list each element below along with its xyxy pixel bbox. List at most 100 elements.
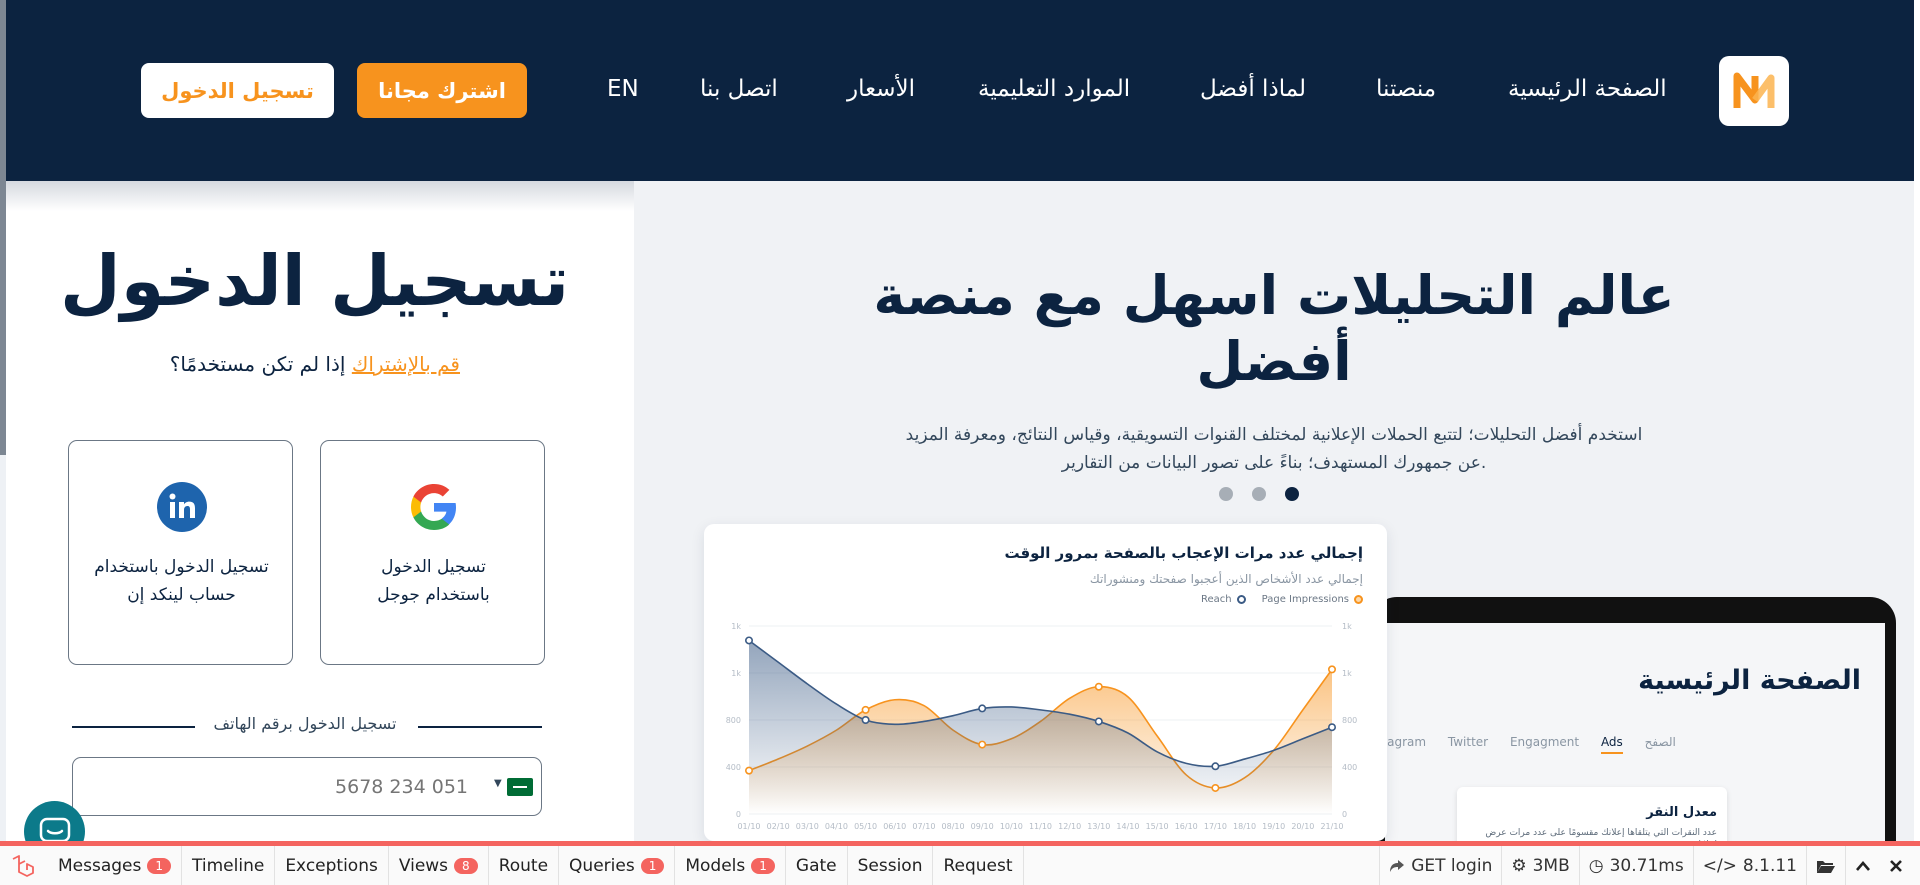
- login-subtitle: قم بالإشتراك إذا لم تكن مستخدمًا؟: [60, 352, 460, 376]
- login-subtitle-text: إذا لم تكن مستخدمًا؟: [169, 352, 346, 376]
- debugbar-tab-label: Models: [685, 855, 746, 876]
- debugbar-tab-gate[interactable]: Gate: [786, 846, 848, 885]
- nav-language-en[interactable]: EN: [607, 76, 639, 102]
- debugbar-tab-label: Gate: [795, 855, 837, 876]
- y-tick-label-right: 800: [1342, 716, 1357, 725]
- nav-why-afdal[interactable]: لماذا أفضل: [1200, 76, 1306, 102]
- clock-icon: ◷: [1588, 855, 1604, 876]
- chevron-down-icon[interactable]: ▼: [494, 778, 502, 789]
- debugbar-tab-exceptions[interactable]: Exceptions: [275, 846, 389, 885]
- request-text: GET login: [1411, 855, 1493, 876]
- debugbar-tab-label: Exceptions: [285, 855, 378, 876]
- x-tick-label: 20/10: [1291, 822, 1314, 831]
- phone-login-divider-text: تسجيل الدخول برقم الهاتف: [213, 714, 397, 733]
- hero-title-line: أفضل: [1196, 330, 1352, 393]
- carousel-dot[interactable]: [1219, 487, 1233, 501]
- y-tick-label-right: 400: [1342, 763, 1357, 772]
- y-tick-label-right: 1k: [1342, 669, 1352, 678]
- x-tick-label: 17/10: [1204, 822, 1227, 831]
- divider-line: [72, 726, 195, 728]
- debugbar-tab-route[interactable]: Route: [489, 846, 560, 885]
- laptop-card-text: عدد النقرات التي يتلقاها إعلانك مقسومًا …: [1485, 828, 1717, 841]
- laravel-debugbar: Messages 1 Timeline Exceptions Views 8 Route Qu…: [0, 841, 1920, 885]
- phone-field: ▼: [72, 757, 542, 816]
- google-icon: [411, 484, 456, 530]
- cogs-icon: ⚙: [1511, 855, 1527, 876]
- laptop-card-title: معدل النقر: [1646, 805, 1717, 820]
- data-point: [1327, 665, 1336, 674]
- debugbar-tab-timeline[interactable]: Timeline: [182, 846, 276, 885]
- data-point: [1211, 762, 1220, 771]
- time-text: 30.71ms: [1609, 855, 1684, 876]
- subscribe-free-button[interactable]: اشترك مجانا: [357, 63, 527, 118]
- laptop-tab: الصفح: [1644, 735, 1676, 749]
- series-area: [749, 640, 1332, 814]
- nav-pricing[interactable]: الأسعار: [847, 76, 915, 102]
- debugbar-tab-request[interactable]: Request: [933, 846, 1024, 885]
- data-point: [1094, 682, 1103, 691]
- debugbar-tab-label: Queries: [569, 855, 635, 876]
- google-login-button[interactable]: تسجيل الدخول باستخدام جوجل: [320, 440, 545, 665]
- laravel-logo-icon[interactable]: [10, 854, 36, 880]
- laptop-mockup: الصفحة الرئيسية Instagram Twitter Engagm…: [1371, 597, 1896, 841]
- data-point: [1211, 783, 1220, 792]
- debugbar-tab-label: Route: [498, 855, 549, 876]
- x-tick-label: 09/10: [971, 822, 994, 831]
- carousel-dot-active[interactable]: [1285, 487, 1299, 501]
- chevron-up-icon[interactable]: [1845, 846, 1880, 885]
- nav-home[interactable]: الصفحة الرئيسية: [1508, 76, 1667, 102]
- phone-input[interactable]: [93, 770, 468, 804]
- divider-line: [418, 726, 542, 728]
- carousel-dot[interactable]: [1252, 487, 1266, 501]
- debugbar-tab-session[interactable]: Session: [848, 846, 934, 885]
- google-label-line: تسجيل الدخول: [381, 557, 486, 577]
- debugbar-tab-label: Timeline: [192, 855, 265, 876]
- nav-resources[interactable]: الموارد التعليمية: [978, 76, 1130, 102]
- data-point: [744, 766, 753, 775]
- x-tick-label: 16/10: [1175, 822, 1198, 831]
- debugbar-tab-queries[interactable]: Queries 1: [559, 846, 676, 885]
- x-tick-label: 11/10: [1029, 822, 1052, 831]
- x-tick-label: 03/10: [796, 822, 819, 831]
- debugbar-tab-views[interactable]: Views 8: [389, 846, 489, 885]
- php-version-text: 8.1.11: [1742, 855, 1797, 876]
- linkedin-login-label: تسجيل الدخول باستخدام حساب لينكد إن: [79, 553, 284, 609]
- debugbar-badge: 1: [640, 857, 665, 874]
- x-tick-label: 12/10: [1058, 822, 1081, 831]
- nav-platform[interactable]: منصتنا: [1376, 76, 1436, 102]
- nav-contact[interactable]: اتصل بنا: [700, 76, 778, 102]
- x-tick-label: 19/10: [1262, 822, 1285, 831]
- data-point: [1094, 717, 1103, 726]
- y-tick-label-right: 0: [1342, 810, 1347, 819]
- debugbar-tab-messages[interactable]: Messages 1: [48, 846, 183, 885]
- x-tick-label: 10/10: [1000, 822, 1023, 831]
- header-login-button[interactable]: تسجيل الدخول: [141, 63, 334, 118]
- x-tick-label: 04/10: [825, 822, 848, 831]
- y-tick-label-left: 1k: [731, 669, 741, 678]
- logo-icon[interactable]: [1719, 56, 1789, 126]
- data-point: [744, 636, 753, 645]
- y-tick-label-left: 1k: [731, 622, 741, 631]
- laptop-tab-active: Ads: [1600, 735, 1623, 754]
- site-header: الصفحة الرئيسية منصتنا لماذا أفضل الموار…: [6, 0, 1914, 181]
- laptop-tab: Twitter: [1447, 735, 1489, 749]
- debugbar-tab-models[interactable]: Models 1: [675, 846, 786, 885]
- close-icon[interactable]: [1880, 846, 1912, 885]
- time-indicator: ◷ 30.71ms: [1578, 846, 1693, 885]
- carousel-dots: [1219, 487, 1299, 501]
- laptop-screen: الصفحة الرئيسية Instagram Twitter Engagm…: [1385, 623, 1885, 841]
- linkedin-icon: [157, 482, 207, 532]
- debugbar-tab-label: Messages: [58, 855, 142, 876]
- login-title: تسجيل الدخول: [60, 240, 570, 322]
- x-tick-label: 15/10: [1146, 822, 1169, 831]
- x-tick-label: 06/10: [883, 822, 906, 831]
- y-tick-label-left: 0: [736, 810, 741, 819]
- saudi-flag-icon[interactable]: [507, 778, 533, 796]
- hero-description-line: استخدم أفضل التحليلات؛ لتتبع الحملات الإ…: [905, 425, 1643, 445]
- x-tick-label: 18/10: [1233, 822, 1256, 831]
- linkedin-login-button[interactable]: تسجيل الدخول باستخدام حساب لينكد إن: [68, 440, 293, 665]
- subscribe-link[interactable]: قم بالإشتراك: [352, 352, 460, 376]
- folder-open-icon[interactable]: [1806, 846, 1845, 885]
- y-tick-label-left: 400: [726, 763, 741, 772]
- hero-panel: عالم التحليلات اسهل مع منصة أفضل استخدم …: [634, 181, 1914, 841]
